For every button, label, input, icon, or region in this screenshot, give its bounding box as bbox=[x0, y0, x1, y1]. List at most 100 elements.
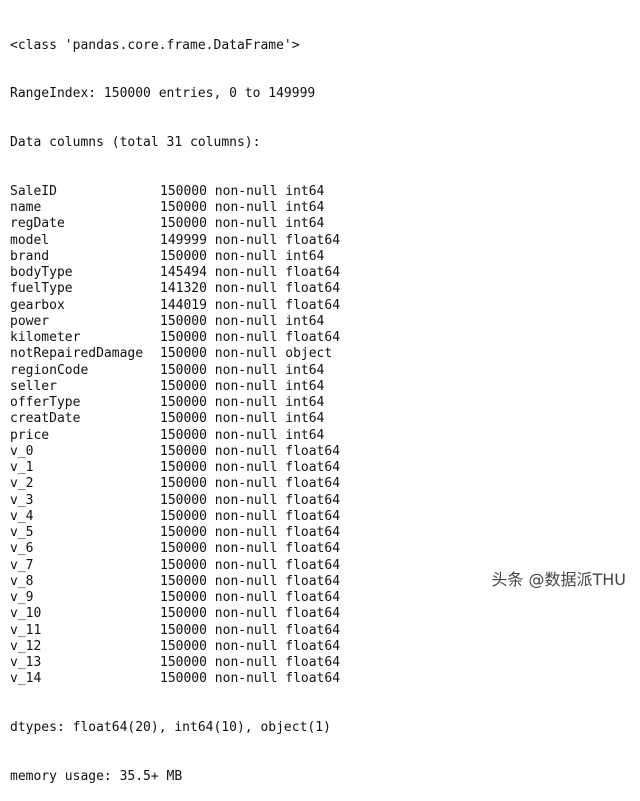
null-label: non-null bbox=[214, 525, 278, 540]
null-label: non-null bbox=[214, 200, 278, 215]
non-null-count: 150000 bbox=[160, 346, 207, 362]
non-null-count: 150000 bbox=[160, 443, 207, 459]
column-row: fuelType 141320 non-null float64 bbox=[10, 281, 340, 297]
column-dtype: float64 bbox=[285, 638, 341, 654]
column-name: regionCode bbox=[10, 362, 89, 378]
null-label: non-null bbox=[214, 541, 278, 557]
column-name: v_4 bbox=[10, 508, 34, 524]
column-row: v_1 150000 non-null float64 bbox=[10, 460, 340, 476]
non-null-count: 150000 bbox=[160, 573, 207, 589]
null-label: non-null bbox=[214, 427, 278, 443]
column-dtype: float64 bbox=[285, 606, 341, 622]
column-name: v_10 bbox=[10, 606, 42, 622]
column-dtype: float64 bbox=[285, 573, 341, 589]
column-dtype: float64 bbox=[285, 541, 341, 557]
column-row: v_13 150000 non-null float64 bbox=[10, 655, 340, 671]
column-list: SaleID 150000 non-null int64 name 150000 no… bbox=[10, 184, 340, 688]
column-name: gearbox bbox=[10, 297, 65, 313]
column-dtype: int64 bbox=[285, 411, 325, 427]
null-label: non-null bbox=[214, 638, 278, 654]
non-null-count: 150000 bbox=[160, 525, 207, 540]
column-dtype: int64 bbox=[285, 427, 325, 443]
non-null-count: 150000 bbox=[160, 671, 207, 687]
null-label: non-null bbox=[214, 492, 278, 508]
column-row: model 149999 non-null float64 bbox=[10, 233, 340, 249]
non-null-count: 150000 bbox=[160, 411, 207, 427]
column-row: name 150000 non-null int64 bbox=[10, 200, 340, 216]
column-row: kilometer 150000 non-null float64 bbox=[10, 330, 340, 346]
column-name: v_3 bbox=[10, 492, 34, 508]
non-null-count: 150000 bbox=[160, 330, 207, 345]
column-dtype: int64 bbox=[285, 200, 325, 215]
column-row: v_10 150000 non-null float64 bbox=[10, 606, 340, 622]
class-line: <class 'pandas.core.frame.DataFrame'> bbox=[10, 37, 300, 53]
column-name: bodyType bbox=[10, 265, 73, 280]
non-null-count: 150000 bbox=[160, 492, 207, 508]
null-label: non-null bbox=[214, 395, 278, 410]
column-dtype: float64 bbox=[285, 443, 341, 459]
null-label: non-null bbox=[214, 557, 278, 573]
column-name: SaleID bbox=[10, 183, 57, 199]
non-null-count: 150000 bbox=[160, 590, 207, 605]
column-name: v_2 bbox=[10, 476, 34, 492]
range-index-line: RangeIndex: 150000 entries, 0 to 149999 bbox=[10, 86, 316, 102]
non-null-count: 150000 bbox=[160, 622, 207, 638]
non-null-count: 150000 bbox=[160, 313, 207, 329]
column-row: v_9 150000 non-null float64 bbox=[10, 590, 340, 606]
column-row: regDate 150000 non-null int64 bbox=[10, 216, 340, 232]
null-label: non-null bbox=[214, 655, 278, 670]
null-label: non-null bbox=[214, 183, 278, 199]
non-null-count: 150000 bbox=[160, 476, 207, 492]
column-dtype: int64 bbox=[285, 362, 325, 378]
column-row: v_14 150000 non-null float64 bbox=[10, 671, 340, 687]
column-row: v_12 150000 non-null float64 bbox=[10, 639, 340, 655]
column-dtype: float64 bbox=[285, 525, 341, 540]
column-dtype: float64 bbox=[285, 492, 341, 508]
column-dtype: float64 bbox=[285, 297, 341, 313]
column-dtype: float64 bbox=[285, 476, 341, 492]
null-label: non-null bbox=[214, 330, 278, 345]
column-dtype: int64 bbox=[285, 216, 325, 232]
column-name: name bbox=[10, 200, 42, 215]
null-label: non-null bbox=[214, 362, 278, 378]
null-label: non-null bbox=[214, 606, 278, 622]
null-label: non-null bbox=[214, 378, 278, 394]
column-name: v_6 bbox=[10, 541, 34, 557]
column-name: offerType bbox=[10, 395, 81, 410]
non-null-count: 150000 bbox=[160, 638, 207, 654]
column-row: bodyType 145494 non-null float64 bbox=[10, 265, 340, 281]
non-null-count: 150000 bbox=[160, 216, 207, 232]
column-name: v_13 bbox=[10, 655, 42, 670]
watermark: 头条 @数据派THU bbox=[491, 570, 626, 589]
non-null-count: 150000 bbox=[160, 183, 207, 199]
null-label: non-null bbox=[214, 281, 278, 297]
column-name: brand bbox=[10, 248, 50, 264]
non-null-count: 150000 bbox=[160, 541, 207, 557]
column-dtype: int64 bbox=[285, 183, 325, 199]
column-dtype: float64 bbox=[285, 281, 341, 297]
column-name: v_8 bbox=[10, 573, 34, 589]
null-label: non-null bbox=[214, 443, 278, 459]
column-row: v_11 150000 non-null float64 bbox=[10, 623, 340, 639]
column-row: v_5 150000 non-null float64 bbox=[10, 525, 340, 541]
null-label: non-null bbox=[214, 265, 278, 280]
column-name: fuelType bbox=[10, 281, 73, 297]
non-null-count: 150000 bbox=[160, 362, 207, 378]
non-null-count: 145494 bbox=[160, 265, 207, 280]
column-dtype: float64 bbox=[285, 557, 341, 573]
non-null-count: 144019 bbox=[160, 297, 207, 313]
column-row: regionCode 150000 non-null int64 bbox=[10, 363, 340, 379]
column-dtype: float64 bbox=[285, 671, 341, 687]
null-label: non-null bbox=[214, 622, 278, 638]
column-dtype: float64 bbox=[285, 622, 341, 638]
column-row: creatDate 150000 non-null int64 bbox=[10, 411, 340, 427]
non-null-count: 150000 bbox=[160, 395, 207, 410]
column-name: price bbox=[10, 427, 50, 443]
null-label: non-null bbox=[214, 573, 278, 589]
column-row: power 150000 non-null int64 bbox=[10, 314, 340, 330]
column-row: offerType 150000 non-null int64 bbox=[10, 395, 340, 411]
null-label: non-null bbox=[214, 297, 278, 313]
column-name: v_5 bbox=[10, 525, 34, 540]
column-dtype: float64 bbox=[285, 265, 341, 280]
non-null-count: 150000 bbox=[160, 460, 207, 475]
